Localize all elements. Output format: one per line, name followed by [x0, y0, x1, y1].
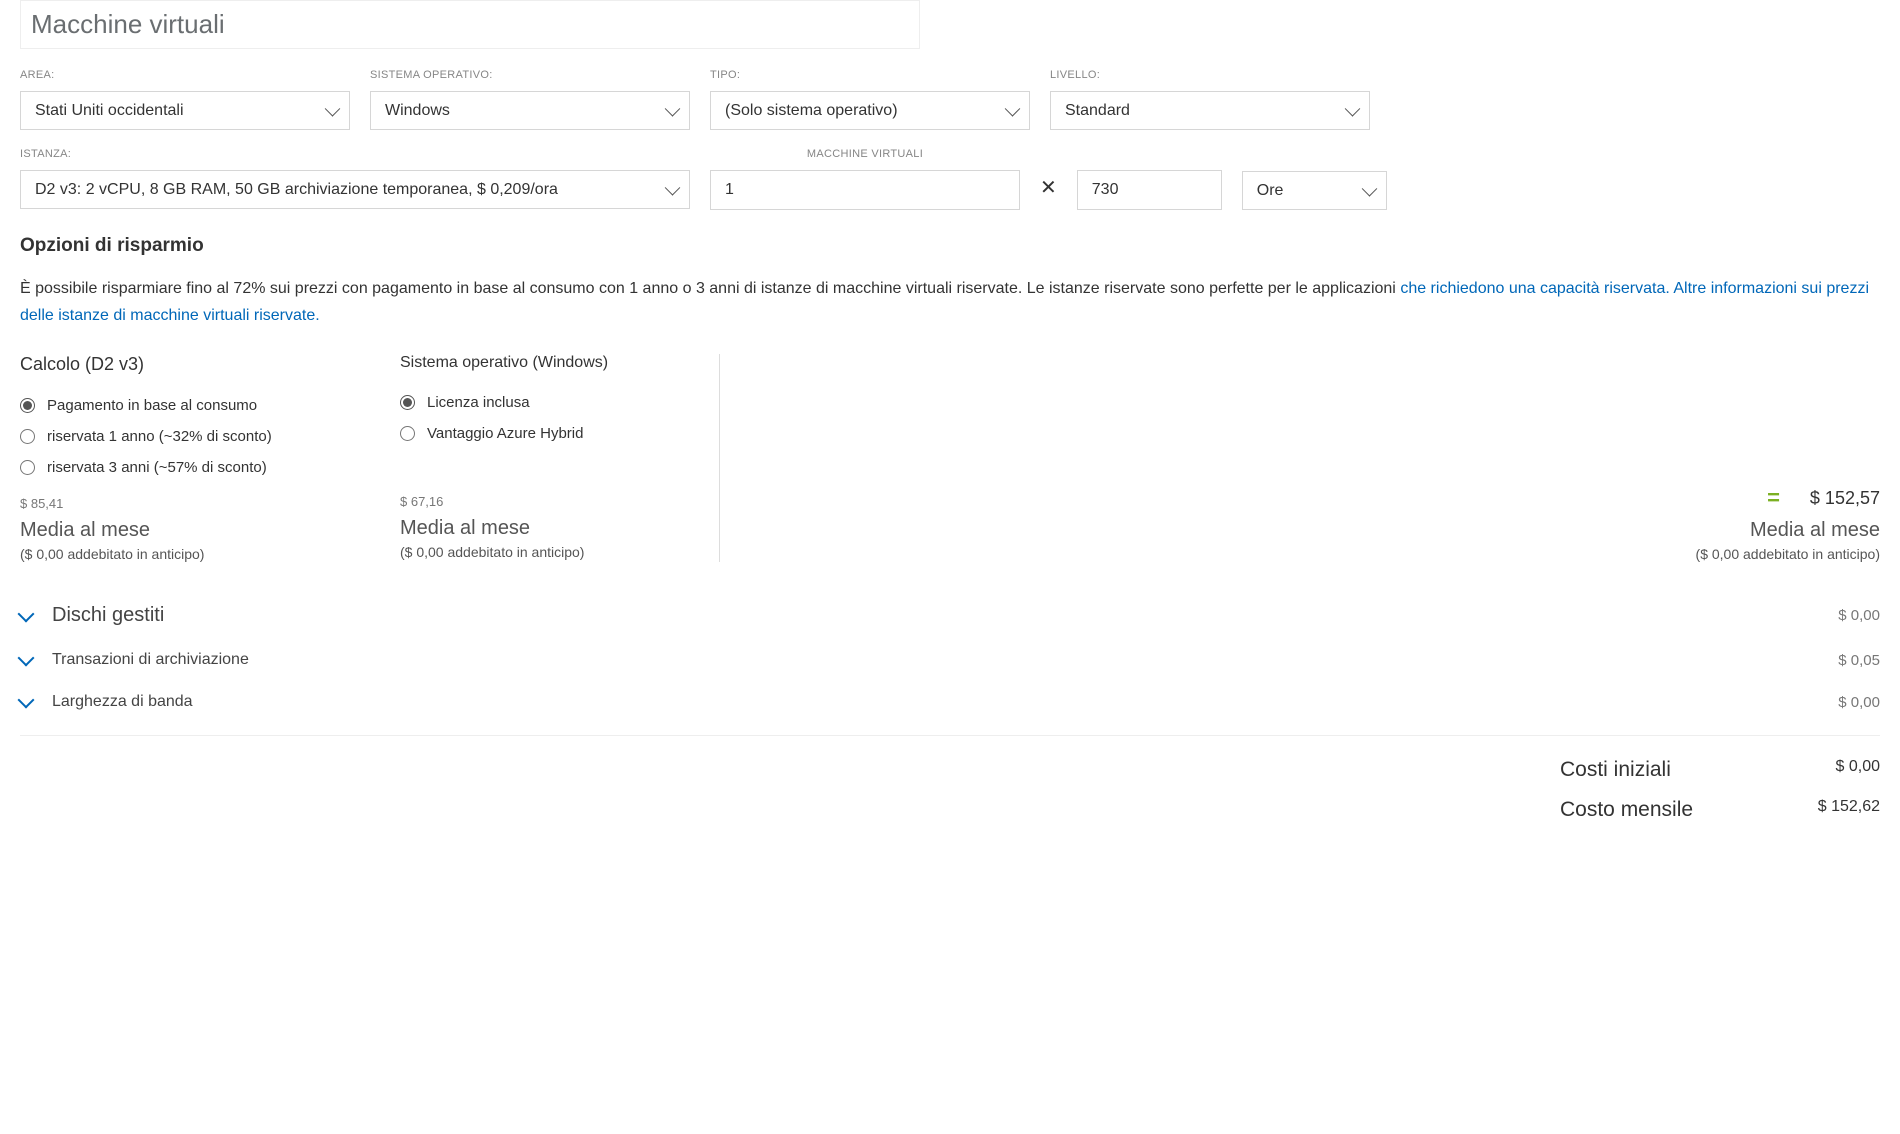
vm-count-input[interactable]: [710, 170, 1020, 210]
unit-select[interactable]: Ore: [1242, 171, 1387, 210]
total-price-sub: ($ 0,00 addebitato in anticipo): [1696, 546, 1880, 562]
compute-price-sub: ($ 0,00 addebitato in anticipo): [20, 546, 320, 562]
accordion-storage-transactions[interactable]: Transazioni di archiviazione $ 0,05: [20, 639, 1880, 681]
area-select[interactable]: Stati Uniti occidentali: [20, 91, 350, 130]
total-price: $ 152,57: [1810, 488, 1880, 509]
hours-input[interactable]: [1077, 170, 1222, 210]
vm-count-label: MACCHINE VIRTUALI: [710, 148, 1020, 160]
tier-label: LIVELLO:: [1050, 69, 1370, 81]
monthly-cost-label: Costo mensile: [1560, 798, 1693, 822]
chevron-down-icon: [18, 605, 35, 622]
chevron-down-icon: [18, 650, 35, 667]
os-price-label: Media al mese: [400, 517, 679, 540]
radio-reserved-1y[interactable]: [20, 429, 35, 444]
savings-heading: Opzioni di risparmio: [20, 235, 1880, 257]
os-price: $ 67,16: [400, 494, 679, 509]
type-label: TIPO:: [710, 69, 1030, 81]
os-price-sub: ($ 0,00 addebitato in anticipo): [400, 544, 679, 560]
title-bar: Macchine virtuali: [20, 0, 920, 49]
radio-azure-hybrid[interactable]: [400, 426, 415, 441]
page-title: Macchine virtuali: [31, 9, 909, 40]
radio-payg[interactable]: [20, 398, 35, 413]
upfront-cost-value: $ 0,00: [1836, 758, 1880, 782]
compute-title: Calcolo (D2 v3): [20, 354, 320, 375]
accordion-bandwidth[interactable]: Larghezza di banda $ 0,00: [20, 681, 1880, 736]
os-section-title: Sistema operativo (Windows): [400, 354, 679, 372]
multiply-icon: ✕: [1040, 175, 1057, 210]
os-label: SISTEMA OPERATIVO:: [370, 69, 690, 81]
accordion-managed-disks[interactable]: Dischi gestiti $ 0,00: [20, 592, 1880, 639]
savings-link-capacity[interactable]: che richiedono una capacità riservata.: [1400, 280, 1670, 297]
compute-price-label: Media al mese: [20, 519, 320, 542]
os-select[interactable]: Windows: [370, 91, 690, 130]
tier-select[interactable]: Standard: [1050, 91, 1370, 130]
area-label: AREA:: [20, 69, 350, 81]
savings-text: È possibile risparmiare fino al 72% sui …: [20, 275, 1880, 329]
monthly-cost-value: $ 152,62: [1818, 798, 1880, 822]
equals-icon: =: [1767, 485, 1780, 511]
upfront-cost-label: Costi iniziali: [1560, 758, 1671, 782]
radio-license-included[interactable]: [400, 395, 415, 410]
chevron-down-icon: [18, 692, 35, 709]
instance-select[interactable]: D2 v3: 2 vCPU, 8 GB RAM, 50 GB archiviaz…: [20, 170, 690, 209]
type-select[interactable]: (Solo sistema operativo): [710, 91, 1030, 130]
radio-reserved-3y[interactable]: [20, 460, 35, 475]
total-price-label: Media al mese: [1750, 519, 1880, 542]
compute-price: $ 85,41: [20, 496, 320, 511]
instance-label: ISTANZA:: [20, 148, 690, 160]
